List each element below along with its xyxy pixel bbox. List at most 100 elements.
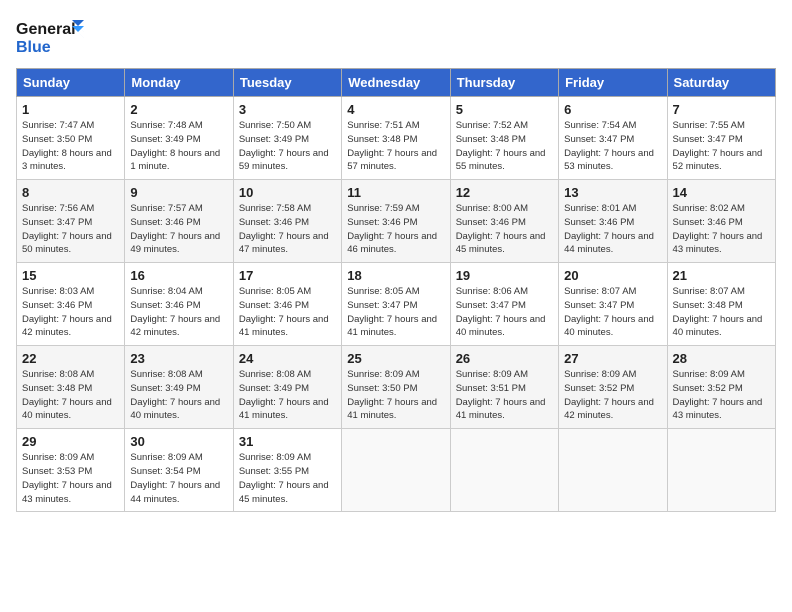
day-info: Sunrise: 7:50 AMSunset: 3:49 PMDaylight:… — [239, 119, 336, 174]
day-info: Sunrise: 7:54 AMSunset: 3:47 PMDaylight:… — [564, 119, 661, 174]
day-of-week-header: Tuesday — [233, 69, 341, 97]
day-number: 28 — [673, 351, 770, 366]
day-of-week-header: Thursday — [450, 69, 558, 97]
day-info: Sunrise: 7:59 AMSunset: 3:46 PMDaylight:… — [347, 202, 444, 257]
calendar-cell: 9 Sunrise: 7:57 AMSunset: 3:46 PMDaylight… — [125, 180, 233, 263]
logo-svg: GeneralBlue — [16, 16, 86, 60]
day-info: Sunrise: 8:06 AMSunset: 3:47 PMDaylight:… — [456, 285, 553, 340]
calendar-cell: 1 Sunrise: 7:47 AMSunset: 3:50 PMDaylight… — [17, 97, 125, 180]
day-number: 7 — [673, 102, 770, 117]
day-number: 19 — [456, 268, 553, 283]
day-of-week-header: Friday — [559, 69, 667, 97]
calendar-cell: 17Sunrise: 8:05 AMSunset: 3:46 PMDayligh… — [233, 263, 341, 346]
day-info: Sunrise: 8:07 AMSunset: 3:48 PMDaylight:… — [673, 285, 770, 340]
day-info: Sunrise: 8:09 AMSunset: 3:53 PMDaylight:… — [22, 451, 119, 506]
calendar-cell: 26 Sunrise: 8:09 AMSunset: 3:51 PMDayligh… — [450, 346, 558, 429]
day-info: Sunrise: 8:08 AMSunset: 3:49 PMDaylight:… — [239, 368, 336, 423]
calendar-cell: 29 Sunrise: 8:09 AMSunset: 3:53 PMDayligh… — [17, 429, 125, 512]
day-number: 18 — [347, 268, 444, 283]
day-number: 6 — [564, 102, 661, 117]
calendar-cell: 31 Sunrise: 8:09 AMSunset: 3:55 PMDayligh… — [233, 429, 341, 512]
day-number: 12 — [456, 185, 553, 200]
day-number: 25 — [347, 351, 444, 366]
day-info: Sunrise: 8:07 AMSunset: 3:47 PMDaylight:… — [564, 285, 661, 340]
calendar-cell: 21 Sunrise: 8:07 AMSunset: 3:48 PMDayligh… — [667, 263, 775, 346]
day-info: Sunrise: 7:48 AMSunset: 3:49 PMDaylight:… — [130, 119, 227, 174]
calendar-cell: 5 Sunrise: 7:52 AMSunset: 3:48 PMDaylight… — [450, 97, 558, 180]
day-info: Sunrise: 7:51 AMSunset: 3:48 PMDaylight:… — [347, 119, 444, 174]
day-info: Sunrise: 8:09 AMSunset: 3:55 PMDaylight:… — [239, 451, 336, 506]
calendar-table: SundayMondayTuesdayWednesdayThursdayFrid… — [16, 68, 776, 512]
day-info: Sunrise: 7:47 AMSunset: 3:50 PMDaylight:… — [22, 119, 119, 174]
day-number: 17 — [239, 268, 336, 283]
day-number: 4 — [347, 102, 444, 117]
day-info: Sunrise: 8:09 AMSunset: 3:51 PMDaylight:… — [456, 368, 553, 423]
day-number: 8 — [22, 185, 119, 200]
day-number: 13 — [564, 185, 661, 200]
day-number: 14 — [673, 185, 770, 200]
day-number: 5 — [456, 102, 553, 117]
day-info: Sunrise: 7:55 AMSunset: 3:47 PMDaylight:… — [673, 119, 770, 174]
day-number: 26 — [456, 351, 553, 366]
day-number: 9 — [130, 185, 227, 200]
day-number: 23 — [130, 351, 227, 366]
day-number: 16 — [130, 268, 227, 283]
day-number: 27 — [564, 351, 661, 366]
day-info: Sunrise: 8:08 AMSunset: 3:49 PMDaylight:… — [130, 368, 227, 423]
day-info: Sunrise: 8:01 AMSunset: 3:46 PMDaylight:… — [564, 202, 661, 257]
calendar-cell: 6 Sunrise: 7:54 AMSunset: 3:47 PMDaylight… — [559, 97, 667, 180]
calendar-cell: 14 Sunrise: 8:02 AMSunset: 3:46 PMDayligh… — [667, 180, 775, 263]
calendar-cell: 11Sunrise: 7:59 AMSunset: 3:46 PMDayligh… — [342, 180, 450, 263]
day-of-week-header: Sunday — [17, 69, 125, 97]
day-of-week-header: Saturday — [667, 69, 775, 97]
day-number: 30 — [130, 434, 227, 449]
calendar-cell: 12 Sunrise: 8:00 AMSunset: 3:46 PMDayligh… — [450, 180, 558, 263]
logo: GeneralBlue — [16, 16, 86, 60]
day-info: Sunrise: 8:09 AMSunset: 3:52 PMDaylight:… — [673, 368, 770, 423]
day-info: Sunrise: 7:57 AMSunset: 3:46 PMDaylight:… — [130, 202, 227, 257]
calendar-cell: 23 Sunrise: 8:08 AMSunset: 3:49 PMDayligh… — [125, 346, 233, 429]
day-info: Sunrise: 7:56 AMSunset: 3:47 PMDaylight:… — [22, 202, 119, 257]
day-info: Sunrise: 8:00 AMSunset: 3:46 PMDaylight:… — [456, 202, 553, 257]
day-number: 10 — [239, 185, 336, 200]
calendar-cell: 22 Sunrise: 8:08 AMSunset: 3:48 PMDayligh… — [17, 346, 125, 429]
calendar-cell: 24 Sunrise: 8:08 AMSunset: 3:49 PMDayligh… — [233, 346, 341, 429]
day-info: Sunrise: 8:05 AMSunset: 3:47 PMDaylight:… — [347, 285, 444, 340]
calendar-cell: 19 Sunrise: 8:06 AMSunset: 3:47 PMDayligh… — [450, 263, 558, 346]
day-number: 29 — [22, 434, 119, 449]
calendar-cell: 13 Sunrise: 8:01 AMSunset: 3:46 PMDayligh… — [559, 180, 667, 263]
day-number: 3 — [239, 102, 336, 117]
day-of-week-header: Wednesday — [342, 69, 450, 97]
calendar-cell — [667, 429, 775, 512]
svg-text:Blue: Blue — [16, 39, 51, 56]
calendar-cell: 3 Sunrise: 7:50 AMSunset: 3:49 PMDaylight… — [233, 97, 341, 180]
day-info: Sunrise: 8:09 AMSunset: 3:54 PMDaylight:… — [130, 451, 227, 506]
calendar-cell: 4 Sunrise: 7:51 AMSunset: 3:48 PMDaylight… — [342, 97, 450, 180]
day-info: Sunrise: 7:52 AMSunset: 3:48 PMDaylight:… — [456, 119, 553, 174]
day-info: Sunrise: 8:09 AMSunset: 3:52 PMDaylight:… — [564, 368, 661, 423]
calendar-cell: 15Sunrise: 8:03 AMSunset: 3:46 PMDayligh… — [17, 263, 125, 346]
calendar-cell: 18 Sunrise: 8:05 AMSunset: 3:47 PMDayligh… — [342, 263, 450, 346]
day-number: 22 — [22, 351, 119, 366]
calendar-cell: 7 Sunrise: 7:55 AMSunset: 3:47 PMDaylight… — [667, 97, 775, 180]
calendar-cell — [450, 429, 558, 512]
day-info: Sunrise: 8:04 AMSunset: 3:46 PMDaylight:… — [130, 285, 227, 340]
day-number: 21 — [673, 268, 770, 283]
day-info: Sunrise: 8:02 AMSunset: 3:46 PMDaylight:… — [673, 202, 770, 257]
page-header: GeneralBlue — [16, 16, 776, 60]
day-info: Sunrise: 7:58 AMSunset: 3:46 PMDaylight:… — [239, 202, 336, 257]
day-number: 24 — [239, 351, 336, 366]
calendar-cell: 28 Sunrise: 8:09 AMSunset: 3:52 PMDayligh… — [667, 346, 775, 429]
day-of-week-header: Monday — [125, 69, 233, 97]
calendar-cell: 10 Sunrise: 7:58 AMSunset: 3:46 PMDayligh… — [233, 180, 341, 263]
calendar-cell — [342, 429, 450, 512]
calendar-cell — [559, 429, 667, 512]
svg-text:General: General — [16, 21, 76, 38]
calendar-cell: 30 Sunrise: 8:09 AMSunset: 3:54 PMDayligh… — [125, 429, 233, 512]
day-number: 1 — [22, 102, 119, 117]
calendar-cell: 2Sunrise: 7:48 AMSunset: 3:49 PMDaylight… — [125, 97, 233, 180]
day-info: Sunrise: 8:08 AMSunset: 3:48 PMDaylight:… — [22, 368, 119, 423]
calendar-cell: 25Sunrise: 8:09 AMSunset: 3:50 PMDayligh… — [342, 346, 450, 429]
day-number: 31 — [239, 434, 336, 449]
calendar-cell: 8 Sunrise: 7:56 AMSunset: 3:47 PMDaylight… — [17, 180, 125, 263]
